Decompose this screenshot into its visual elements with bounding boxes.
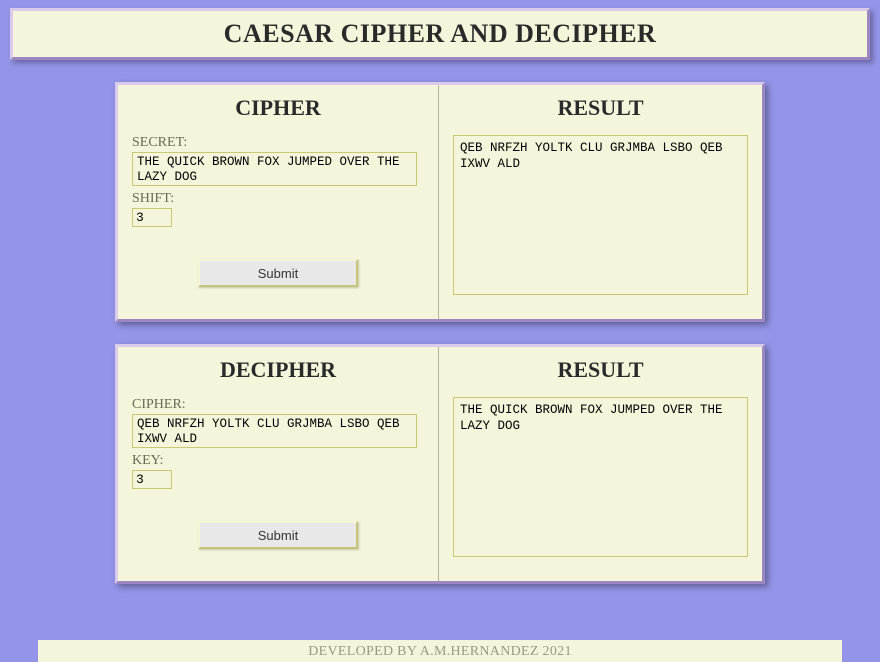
decipher-result-pane: RESULT THE QUICK BROWN FOX JUMPED OVER T… xyxy=(439,347,762,581)
cipher-panel: CIPHER SECRET: SHIFT: Submit RESULT QEB … xyxy=(115,82,765,322)
key-input[interactable] xyxy=(132,470,172,489)
ciphertext-label: CIPHER: xyxy=(132,397,424,413)
app-title: CAESAR CIPHER AND DECIPHER xyxy=(13,19,867,49)
cipher-title: CIPHER xyxy=(132,95,424,121)
cipher-result-output: QEB NRFZH YOLTK CLU GRJMBA LSBO QEB IXWV… xyxy=(453,135,748,295)
decipher-form: DECIPHER CIPHER: KEY: Submit xyxy=(118,347,439,581)
decipher-result-title: RESULT xyxy=(453,357,748,383)
ciphertext-input[interactable] xyxy=(132,414,417,448)
footer-text: DEVELOPED BY A.M.HERNANDEZ 2021 xyxy=(308,644,572,659)
shift-input[interactable] xyxy=(132,208,172,227)
decipher-panel: DECIPHER CIPHER: KEY: Submit RESULT THE … xyxy=(115,344,765,584)
app-header: CAESAR CIPHER AND DECIPHER xyxy=(10,8,870,60)
cipher-result-pane: RESULT QEB NRFZH YOLTK CLU GRJMBA LSBO Q… xyxy=(439,85,762,319)
decipher-submit-button[interactable]: Submit xyxy=(198,521,358,549)
secret-input[interactable] xyxy=(132,152,417,186)
key-label: KEY: xyxy=(132,453,424,469)
cipher-result-title: RESULT xyxy=(453,95,748,121)
cipher-submit-button[interactable]: Submit xyxy=(198,259,358,287)
decipher-result-output: THE QUICK BROWN FOX JUMPED OVER THE LAZY… xyxy=(453,397,748,557)
decipher-title: DECIPHER xyxy=(132,357,424,383)
footer: DEVELOPED BY A.M.HERNANDEZ 2021 xyxy=(38,640,842,662)
shift-label: SHIFT: xyxy=(132,191,424,207)
cipher-form: CIPHER SECRET: SHIFT: Submit xyxy=(118,85,439,319)
secret-label: SECRET: xyxy=(132,135,424,151)
